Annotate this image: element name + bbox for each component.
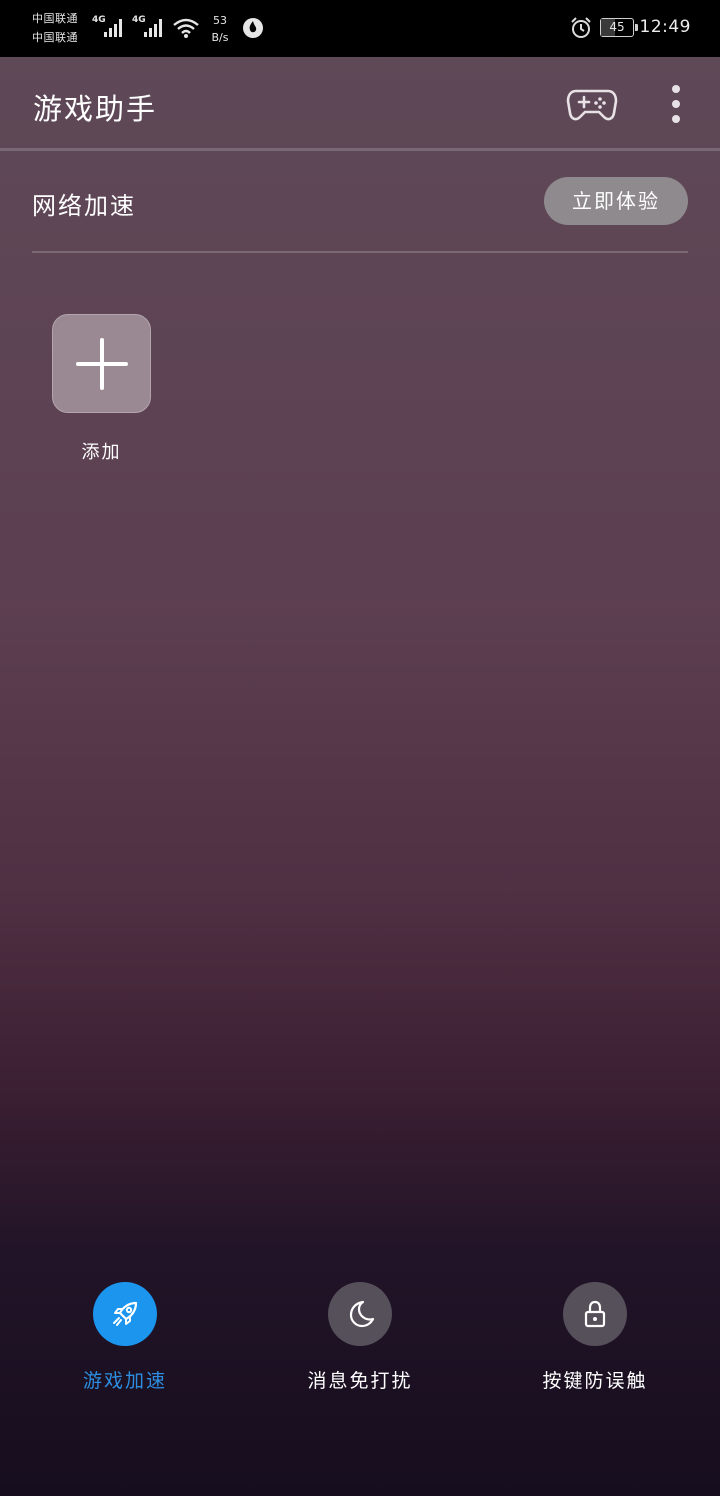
battery-level: 45	[609, 20, 625, 34]
key-lock-toggle[interactable]: 按键防误触	[495, 1282, 695, 1392]
network-boost-row: 网络加速 立即体验	[32, 176, 688, 228]
do-not-disturb-circle[interactable]	[328, 1282, 392, 1346]
section-divider	[32, 251, 688, 253]
game-boost-toggle[interactable]: 游戏加速	[25, 1282, 225, 1392]
header-divider	[0, 148, 720, 151]
battery-icon: 45	[600, 18, 638, 37]
flame-app-icon	[243, 18, 263, 38]
carrier-1: 中国联通	[32, 12, 78, 25]
gamepad-button[interactable]	[566, 83, 618, 125]
add-game-button[interactable]	[52, 314, 151, 413]
key-lock-circle[interactable]	[563, 1282, 627, 1346]
wifi-icon	[173, 18, 199, 38]
app-header: 游戏助手	[0, 57, 720, 149]
carrier-names: 中国联通 中国联通	[32, 9, 78, 47]
game-boost-label: 游戏加速	[82, 1370, 167, 1392]
signal-icon	[144, 19, 162, 37]
try-now-button[interactable]: 立即体验	[544, 177, 688, 225]
page-title: 游戏助手	[33, 92, 158, 126]
status-bar: 中国联通 中国联通 4G 4G 53 B/s 45 12:49	[0, 0, 720, 57]
moon-icon	[349, 1300, 375, 1328]
game-boost-circle[interactable]	[93, 1282, 157, 1346]
rocket-icon	[113, 1301, 138, 1326]
clock: 12:49	[639, 17, 691, 37]
lock-icon	[584, 1300, 606, 1328]
do-not-disturb-label: 消息免打扰	[307, 1370, 413, 1392]
more-vertical-icon	[672, 85, 680, 93]
gamepad-icon	[566, 89, 618, 121]
network-speed: 53 B/s	[207, 12, 233, 46]
more-options-button[interactable]	[660, 81, 692, 127]
signal-icon	[104, 19, 122, 37]
do-not-disturb-toggle[interactable]: 消息免打扰	[260, 1282, 460, 1392]
key-lock-label: 按键防误触	[542, 1370, 648, 1392]
speed-unit: B/s	[211, 31, 229, 44]
add-game-label: 添加	[81, 442, 122, 463]
carrier-2: 中国联通	[32, 31, 78, 44]
network-boost-label: 网络加速	[32, 192, 136, 220]
alarm-icon	[571, 17, 591, 38]
speed-value: 53	[213, 14, 227, 27]
